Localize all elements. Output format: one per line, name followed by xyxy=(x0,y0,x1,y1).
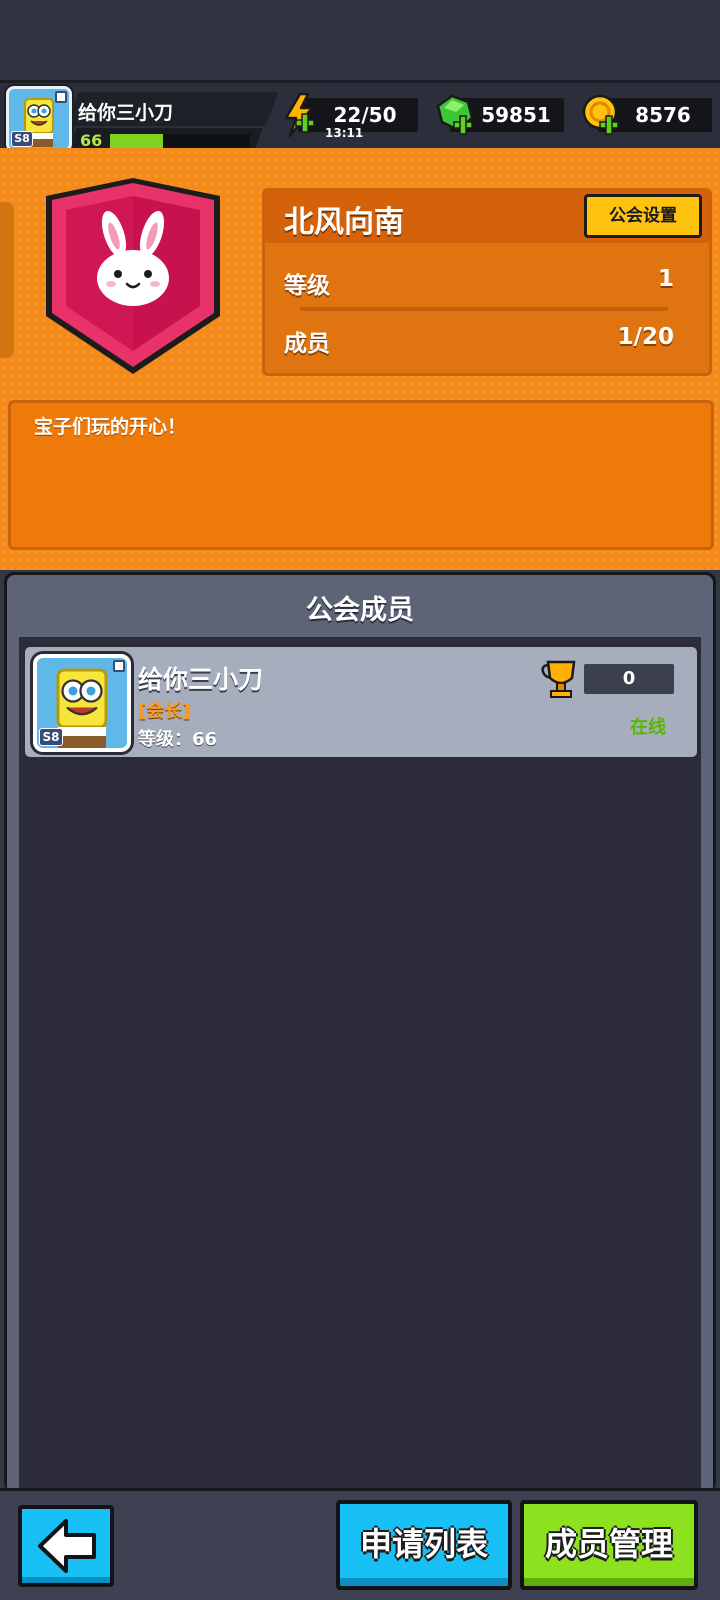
panel-frame-left xyxy=(7,637,19,1492)
back-button[interactable] xyxy=(18,1505,114,1587)
xp-bar-fill xyxy=(110,134,164,148)
rabbit-guild-emblem-icon[interactable] xyxy=(38,176,228,376)
guild-members-count: 1/20 xyxy=(617,324,674,350)
side-tab[interactable] xyxy=(0,202,14,358)
corner-icon xyxy=(55,91,67,103)
member-season-badge: S8 xyxy=(39,728,63,746)
member-trophy-count: 0 xyxy=(584,664,674,694)
gold-coin-icon[interactable] xyxy=(580,92,626,138)
corner-icon xyxy=(113,660,125,672)
lightning-icon[interactable] xyxy=(278,92,322,140)
panel-frame-right xyxy=(701,637,713,1492)
member-level: 等级：66 xyxy=(138,729,218,750)
guild-name: 北风向南 xyxy=(284,205,404,240)
guild-motto: 宝子们玩的开心！ xyxy=(34,416,187,438)
row-divider xyxy=(300,307,668,311)
member-role: [会长] xyxy=(138,701,191,722)
guild-members-label: 成员 xyxy=(284,331,330,357)
member-name: 给你三小刀 xyxy=(138,665,264,694)
season-badge: S8 xyxy=(11,131,33,147)
manage-members-button[interactable]: 成员管理 xyxy=(520,1500,698,1590)
members-panel-title: 公会成员 xyxy=(306,595,414,626)
guild-settings-button[interactable]: 公会设置 xyxy=(584,194,702,238)
guild-level-label: 等级 xyxy=(284,273,330,299)
status-bar-area xyxy=(0,0,720,80)
trophy-icon xyxy=(541,660,576,698)
player-avatar[interactable]: S8 xyxy=(6,86,72,152)
guild-level-value: 1 xyxy=(657,266,674,292)
arrow-left-icon xyxy=(38,1519,96,1573)
energy-timer: 13:11 xyxy=(325,126,364,140)
member-avatar[interactable]: S8 xyxy=(33,654,131,752)
member-online-status: 在线 xyxy=(630,717,666,738)
player-name: 给你三小刀 xyxy=(78,102,174,124)
apply-list-button[interactable]: 申请列表 xyxy=(336,1500,512,1590)
green-gem-icon[interactable] xyxy=(434,92,480,138)
